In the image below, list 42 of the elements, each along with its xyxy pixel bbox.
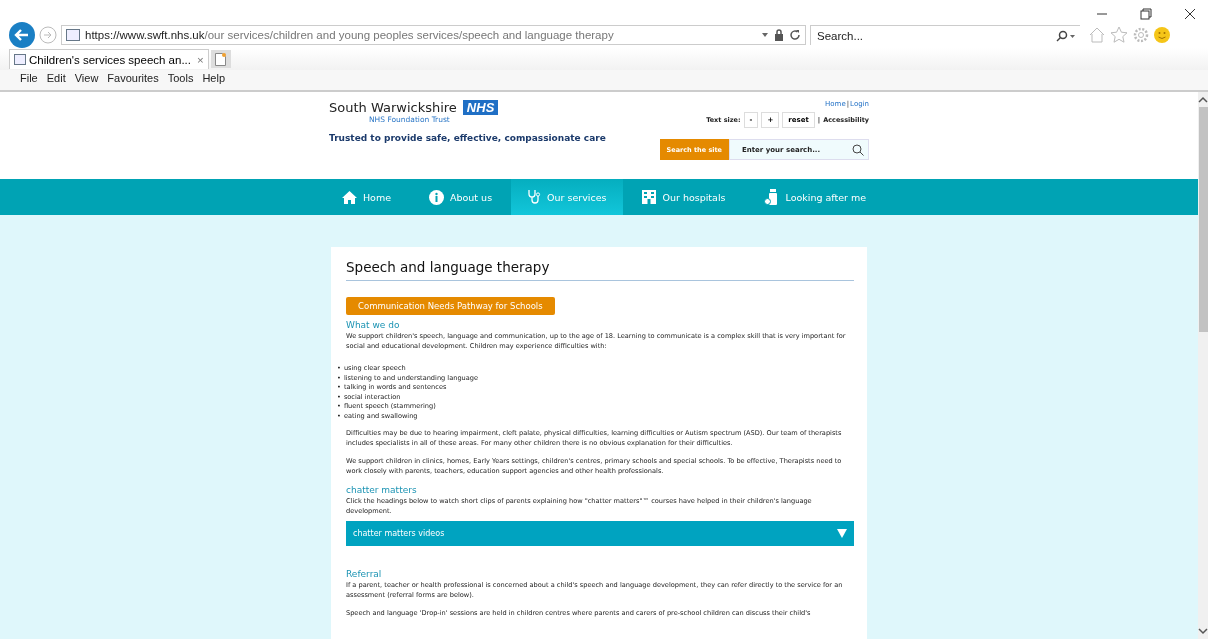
url-text: https://www.swft.nhs.uk/our services/children and young peoples services/speech and language therapy — [85, 29, 615, 41]
scrollbar-thumb[interactable] — [1198, 107, 1208, 332]
menu-item[interactable]: Help — [202, 72, 226, 88]
search-icon[interactable] — [852, 143, 864, 156]
lock-icon — [774, 29, 784, 41]
back-icon[interactable] — [9, 22, 35, 48]
menu-item[interactable]: Edit — [46, 72, 66, 88]
new-page-icon — [215, 52, 227, 66]
restore-icon[interactable] — [1140, 8, 1152, 20]
smiley-icon[interactable] — [1154, 27, 1170, 43]
tab-title: Children's services speech an... — [29, 53, 191, 66]
tagline: Trusted to provide safe, effective, compassionate care — [329, 133, 606, 143]
stethoscope-icon — [528, 189, 542, 205]
scroll-down-icon[interactable] — [1198, 628, 1208, 635]
info-icon — [429, 189, 444, 205]
menu-item[interactable]: File — [20, 72, 38, 88]
menu-item[interactable]: Favourites — [107, 72, 159, 88]
tab-close-button[interactable]: × — [197, 53, 204, 66]
page-icon — [14, 54, 26, 65]
page-title: Speech and language therapy — [346, 259, 854, 281]
search-icon[interactable] — [1056, 29, 1076, 42]
new-tab-button[interactable] — [210, 50, 231, 68]
scrollbar[interactable] — [1198, 92, 1208, 639]
section-heading: What we do — [346, 320, 401, 330]
address-bar[interactable]: https://www.swft.nhs.uk/our services/children and young peoples services/speech and language therapy — [61, 25, 806, 45]
section-heading: chatter matters — [346, 485, 418, 495]
caret-icon — [837, 529, 847, 538]
medicine-bottle-icon — [763, 189, 780, 205]
menu-item[interactable]: Tools — [167, 72, 194, 88]
building-icon — [642, 190, 657, 204]
refresh-icon[interactable] — [789, 29, 801, 41]
dropdown-icon[interactable] — [761, 32, 769, 38]
browser-tab[interactable]: Children's services speech an... × — [9, 49, 209, 69]
section-heading: Referral — [346, 569, 383, 579]
home-icon — [341, 190, 357, 204]
menu-item[interactable]: View — [74, 72, 99, 88]
page-icon — [66, 29, 80, 41]
nhs-logo: NHS — [462, 100, 499, 115]
scroll-up-icon[interactable] — [1198, 96, 1208, 103]
star-icon[interactable] — [1110, 26, 1128, 44]
close-icon[interactable] — [1184, 8, 1196, 20]
organisation-name: South Warwickshire — [329, 100, 457, 115]
